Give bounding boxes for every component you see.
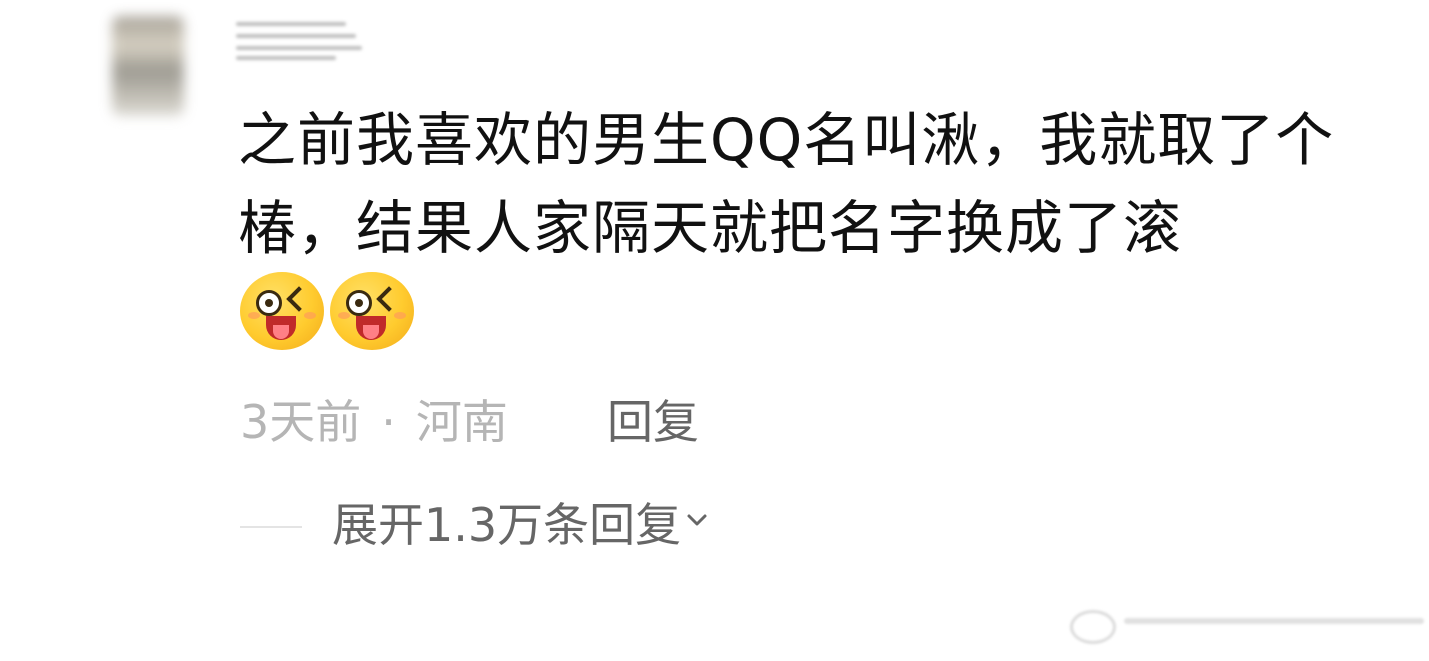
avatar[interactable] xyxy=(112,16,184,116)
expand-replies-button[interactable]: 展开1.3万条回复 xyxy=(332,495,709,555)
expand-divider xyxy=(240,526,302,528)
reply-button[interactable]: 回复 xyxy=(607,392,699,452)
comment-location: 河南 xyxy=(415,395,508,449)
comment-time: 3天前 xyxy=(240,395,362,449)
username-blurred[interactable] xyxy=(236,18,366,60)
watermark xyxy=(1070,600,1429,644)
meta-separator: · xyxy=(381,395,396,449)
emoji-group xyxy=(240,272,414,350)
tongue-wink-emoji-icon xyxy=(330,272,414,350)
comment-text-block: 之前我喜欢的男生QQ名叫湫，我就取了个椿，结果人家隔天就把名字换成了滚 xyxy=(238,96,1348,360)
tongue-wink-emoji-icon xyxy=(240,272,324,350)
comment-card: 之前我喜欢的男生QQ名叫湫，我就取了个椿，结果人家隔天就把名字换成了滚 3天前 ·… xyxy=(0,0,1429,661)
expand-replies-label: 展开1.3万条回复 xyxy=(332,498,682,552)
chevron-down-icon xyxy=(687,514,707,526)
comment-text: 之前我喜欢的男生QQ名叫湫，我就取了个椿，结果人家隔天就把名字换成了滚 xyxy=(238,106,1335,262)
comment-meta: 3天前 · 河南 xyxy=(240,392,508,452)
